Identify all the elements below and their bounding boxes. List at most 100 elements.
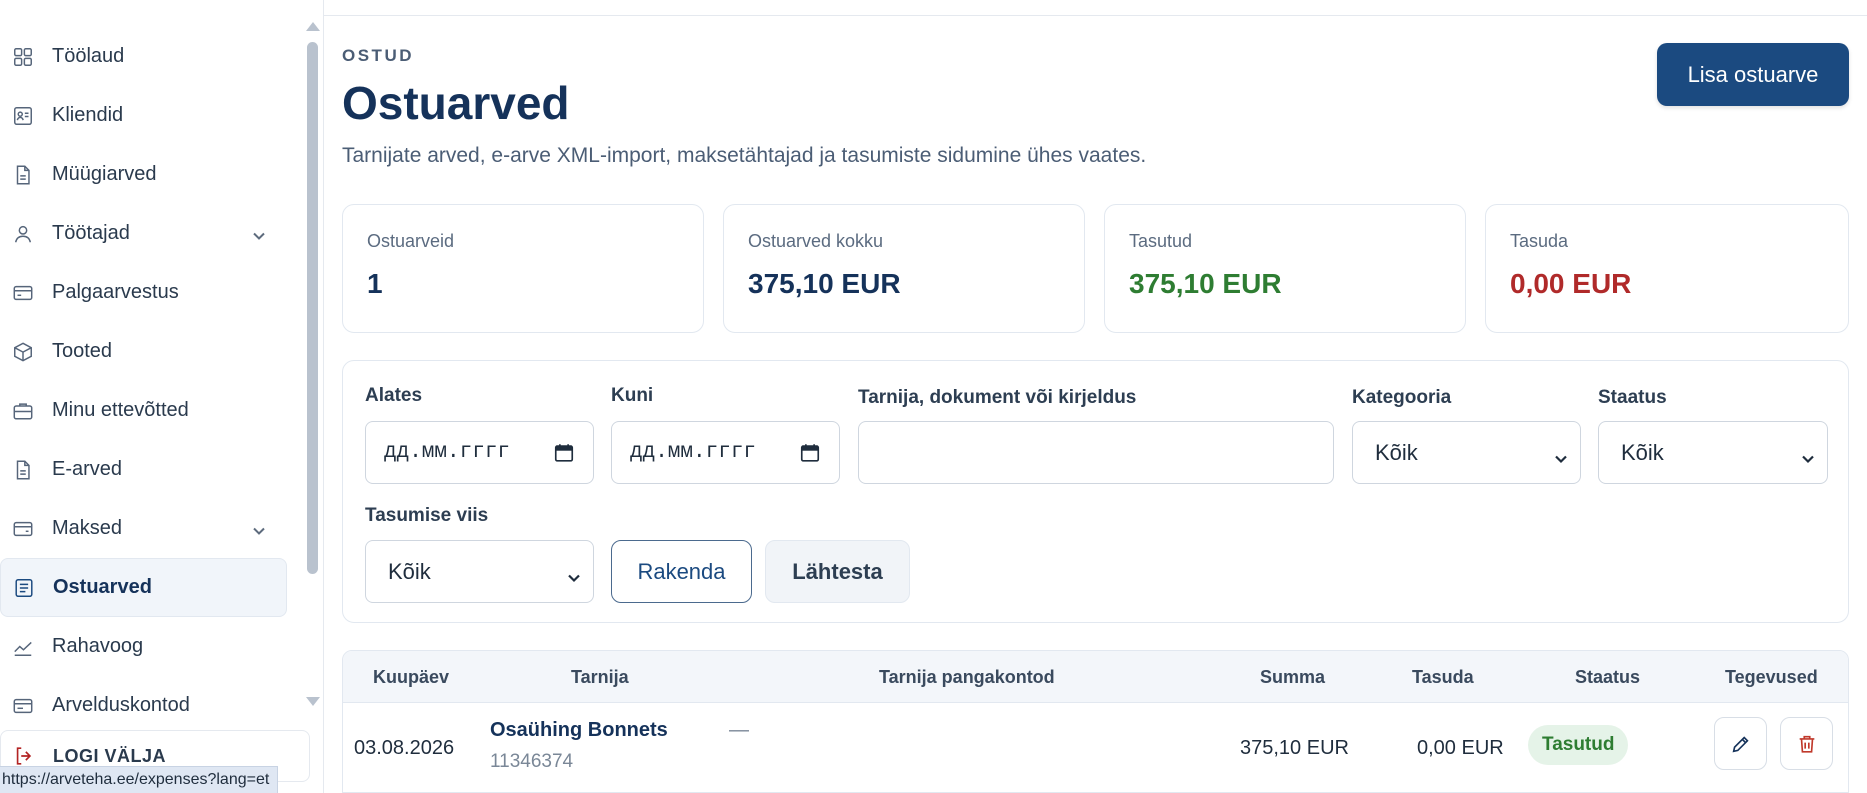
page-eyebrow: OSTUD <box>342 46 414 65</box>
date-to-input[interactable]: дд.мм.гггг <box>611 421 840 484</box>
page-title: Ostuarved <box>342 77 570 129</box>
sidebar-item-tooted[interactable]: Tooted <box>0 322 290 381</box>
search-input[interactable] <box>858 421 1334 484</box>
column-header-amount[interactable]: Summa <box>1260 667 1325 688</box>
sidebar-item-label: Palgaarvestus <box>52 281 179 303</box>
filter-category-label: Kategooria <box>1352 387 1452 408</box>
purchase-invoices-table: Kuupäev Tarnija Tarnija pangakontod Summ… <box>342 650 1849 793</box>
chevron-down-icon <box>1554 446 1568 472</box>
list-document-icon <box>13 577 35 599</box>
category-selected-value: Kõik <box>1375 439 1418 465</box>
sidebar-item-label: Rahavoog <box>52 635 144 657</box>
dashboard-icon <box>12 46 34 68</box>
column-header-status[interactable]: Staatus <box>1575 667 1640 688</box>
stat-label: Ostuarveid <box>367 231 455 251</box>
status-badge: Tasutud <box>1528 725 1629 765</box>
wallet-icon <box>12 518 34 540</box>
stat-card-total: Ostuarved kokku 375,10 EUR <box>723 204 1085 333</box>
edit-button[interactable] <box>1714 717 1767 770</box>
sidebar-item-ostuarved[interactable]: Ostuarved <box>0 558 287 617</box>
chevron-down-icon[interactable] <box>252 226 266 249</box>
stat-card-due: Tasuda 0,00 EUR <box>1485 204 1849 333</box>
scroll-up-arrow[interactable] <box>306 22 320 31</box>
row-supplier-code: 11346374 <box>490 751 574 772</box>
stat-label: Tasutud <box>1129 231 1193 251</box>
column-header-supplier[interactable]: Tarnija <box>571 667 629 688</box>
calendar-icon[interactable] <box>553 442 575 464</box>
column-header-date[interactable]: Kuupäev <box>373 667 449 688</box>
chevron-down-icon[interactable] <box>252 521 266 544</box>
delete-button[interactable] <box>1780 717 1833 770</box>
reset-filters-button[interactable]: Lähtesta <box>765 540 910 603</box>
sidebar-item-tootajad[interactable]: Töötajad <box>0 204 290 263</box>
sidebar-item-label: Minu ettevõtted <box>52 399 189 421</box>
sidebar-scroll-thumb[interactable] <box>307 42 318 574</box>
sidebar-item-palgaarvestus[interactable]: Palgaarvestus <box>0 263 290 322</box>
logout-label: LOGI VÄLJA <box>53 745 167 766</box>
trash-icon <box>1799 735 1814 753</box>
status-select[interactable]: Kõik <box>1598 421 1828 484</box>
date-from-input[interactable]: дд.мм.гггг <box>365 421 594 484</box>
logout-icon <box>13 745 35 767</box>
filter-from-label: Alates <box>365 385 423 406</box>
add-purchase-invoice-button[interactable]: Lisa ostuarve <box>1657 43 1849 106</box>
stat-value: 1 <box>367 268 383 299</box>
sidebar-item-rahavoog[interactable]: Rahavoog <box>0 617 290 676</box>
sidebar-item-minu-ettevotted[interactable]: Minu ettevõtted <box>0 381 290 440</box>
table-header: Kuupäev Tarnija Tarnija pangakontod Summ… <box>343 651 1848 703</box>
filter-to-label: Kuni <box>611 385 654 406</box>
chevron-down-icon <box>567 565 581 591</box>
stat-label: Tasuda <box>1510 231 1569 251</box>
stat-label: Ostuarved kokku <box>748 231 884 251</box>
payment-method-select[interactable]: Kõik <box>365 540 594 603</box>
document-icon <box>12 164 34 186</box>
status-selected-value: Kõik <box>1621 439 1664 465</box>
stat-value: 375,10 EUR <box>748 268 901 299</box>
category-select[interactable]: Kõik <box>1352 421 1581 484</box>
filter-panel: Alates дд.мм.гггг Kuni дд.мм.гггг Tarnij… <box>342 360 1849 623</box>
column-header-actions: Tegevused <box>1725 667 1818 687</box>
sidebar-item-muugiarved[interactable]: Müügiarved <box>0 145 290 204</box>
filter-payment-label: Tasumise viis <box>365 505 489 526</box>
box-icon <box>12 341 34 363</box>
bank-card-icon <box>12 695 34 717</box>
column-header-to-pay[interactable]: Tasuda <box>1412 667 1474 688</box>
calendar-icon[interactable] <box>799 442 821 464</box>
sidebar-item-maksed[interactable]: Maksed <box>0 499 290 558</box>
stat-value: 0,00 EUR <box>1510 268 1632 299</box>
row-bank-accounts: — <box>729 719 749 741</box>
briefcase-icon <box>12 400 34 422</box>
pencil-icon <box>1732 735 1749 752</box>
filter-search-label: Tarnija, dokument või kirjeldus <box>858 387 1137 408</box>
sidebar-item-arvelduskontod[interactable]: Arvelduskontod <box>0 676 290 735</box>
filter-status-label: Staatus <box>1598 387 1667 408</box>
apply-filters-button[interactable]: Rakenda <box>611 540 752 603</box>
row-amount: 375,10 EUR <box>1240 737 1349 759</box>
sidebar-item-label: Müügiarved <box>52 163 157 185</box>
sidebar-item-toolaud[interactable]: Töölaud <box>0 27 290 86</box>
sidebar-nav: Töölaud Kliendid Müügiarved Töötajad Pal… <box>0 27 290 735</box>
document-icon <box>12 459 34 481</box>
sidebar-item-label: Ostuarved <box>53 576 152 598</box>
browser-status-url: https://arveteha.ee/expenses?lang=et <box>0 766 279 793</box>
contacts-icon <box>12 105 34 127</box>
column-header-bank-accounts: Tarnija pangakontod <box>879 667 1055 687</box>
stat-card-paid: Tasutud 375,10 EUR <box>1104 204 1466 333</box>
sidebar-item-label: Arvelduskontod <box>52 694 190 716</box>
sidebar-item-label: Töölaud <box>52 45 125 67</box>
sidebar-item-kliendid[interactable]: Kliendid <box>0 86 290 145</box>
sidebar-item-e-arved[interactable]: E-arved <box>0 440 290 499</box>
row-supplier-name[interactable]: Osaühing Bonnets <box>490 719 668 742</box>
card-icon <box>12 282 34 304</box>
date-from-placeholder: дд.мм.гггг <box>384 441 511 464</box>
payment-selected-value: Kõik <box>388 558 431 584</box>
scroll-down-arrow[interactable] <box>306 697 320 706</box>
stat-value: 375,10 EUR <box>1129 268 1282 299</box>
sidebar-item-label: Tooted <box>52 340 113 362</box>
sidebar-item-label: Maksed <box>52 517 123 539</box>
sidebar-item-label: Kliendid <box>52 104 124 126</box>
row-date: 03.08.2026 <box>354 737 455 759</box>
page-subtitle: Tarnijate arved, e-arve XML-import, maks… <box>342 144 1147 167</box>
user-icon <box>12 223 34 245</box>
sidebar-item-label: E-arved <box>52 458 123 480</box>
